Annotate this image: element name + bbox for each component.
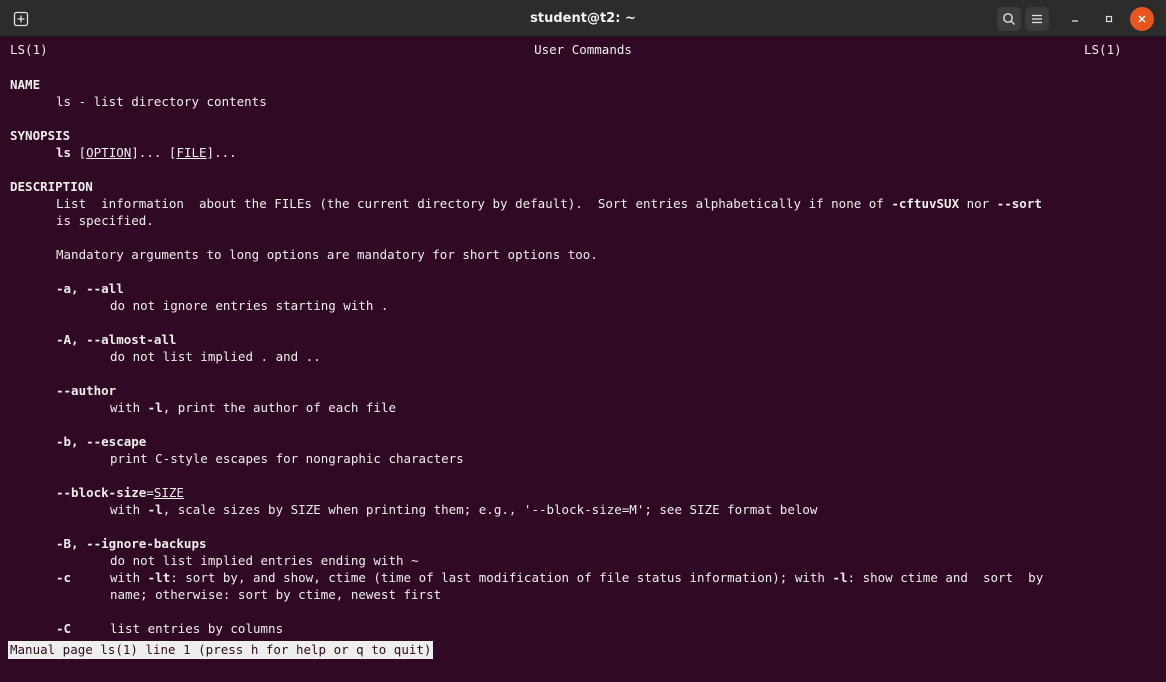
option-block-size: --block-size=SIZE — [56, 485, 184, 500]
option-escape-desc: print C-style escapes for nongraphic cha… — [110, 451, 464, 466]
option-ignore-backups: -B, --ignore-backups — [56, 536, 207, 551]
man-header-right: LS(1) — [1084, 42, 1122, 57]
terminal-window: student@t2: ~ LS(1) User Commands LS(1) … — [0, 0, 1166, 663]
option-block-size-desc: with -l, scale sizes by SIZE when printi… — [110, 502, 818, 517]
name-heading: NAME — [10, 77, 41, 92]
option-escape: -b, --escape — [56, 434, 147, 449]
window-title: student@t2: ~ — [530, 11, 636, 26]
option-author: --author — [56, 383, 117, 398]
option-C: -C — [56, 621, 72, 636]
man-header-center: User Commands — [534, 42, 632, 57]
option-author-desc: with -l, print the author of each file — [110, 400, 396, 415]
title-bar: student@t2: ~ — [0, 0, 1166, 37]
description-line-1: List information about the FILEs (the cu… — [56, 196, 1042, 211]
option-ignore-backups-desc: do not list implied entries ending with … — [110, 553, 419, 568]
option-all: -a, --all — [56, 281, 124, 296]
synopsis-file: FILE — [176, 145, 207, 160]
minimize-button[interactable] — [1063, 7, 1087, 31]
name-text: ls - list directory contents — [56, 94, 267, 109]
option-c-desc-1: with -lt: sort by, and show, ctime (time… — [110, 570, 1044, 585]
search-icon[interactable] — [997, 7, 1021, 31]
close-button[interactable] — [1130, 7, 1154, 31]
maximize-button[interactable] — [1097, 7, 1121, 31]
option-almost-all-desc: do not list implied . and .. — [110, 349, 321, 364]
pager-status-line: Manual page ls(1) line 1 (press h for he… — [8, 641, 434, 659]
option-c-desc-2: name; otherwise: sort by ctime, newest f… — [110, 587, 442, 602]
option-almost-all: -A, --almost-all — [56, 332, 177, 347]
terminal-content[interactable]: LS(1) User Commands LS(1) NAME ls - list… — [0, 37, 1166, 663]
synopsis-line: ls [OPTION]... [FILE]... — [56, 145, 237, 160]
synopsis-option: OPTION — [86, 145, 132, 160]
hamburger-menu-icon[interactable] — [1025, 7, 1049, 31]
synopsis-heading: SYNOPSIS — [10, 128, 71, 143]
option-C-desc: list entries by columns — [110, 621, 284, 636]
description-heading: DESCRIPTION — [10, 179, 93, 194]
description-line-3: Mandatory arguments to long options are … — [56, 247, 598, 262]
option-c: -c — [56, 570, 72, 585]
description-line-2: is specified. — [56, 213, 154, 228]
synopsis-command: ls — [56, 145, 72, 160]
option-all-desc: do not ignore entries starting with . — [110, 298, 389, 313]
